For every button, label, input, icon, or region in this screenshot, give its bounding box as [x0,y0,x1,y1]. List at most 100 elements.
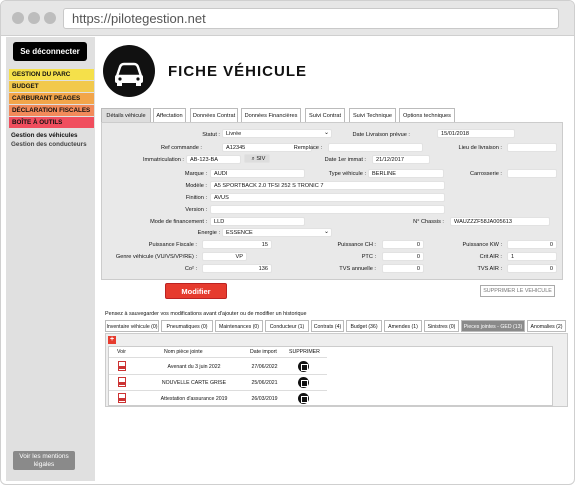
tab-pieces-jointes[interactable]: Pieces jointes - GED (13) [461,320,525,332]
window-close-dot[interactable] [12,12,24,24]
carrosserie-label: Carrosserie : [469,171,502,177]
header-divider [109,357,327,358]
marque-label: Marque : [184,171,207,177]
header-supprimer: SUPPRIMER [289,349,320,355]
tvs-annuelle-label: TVS annuelle : [339,266,376,272]
trash-icon[interactable] [298,393,309,404]
puissance-fiscale-label: Puissance Fiscale : [148,242,197,248]
tab-budget[interactable]: Budget (36) [346,320,382,332]
add-attachment-button[interactable]: + [108,336,116,344]
puissance-fiscale-input[interactable]: 15 [202,240,272,249]
tab-details-vehicule[interactable]: Détails véhicule [101,108,151,122]
tab-sinistres[interactable]: Sinistres (0) [424,320,459,332]
mode-financement-input[interactable]: LLD [210,217,305,226]
attachment-date: 26/03/2019 [251,396,278,402]
co2-input[interactable]: 136 [202,264,272,273]
menu-declaration-fiscales[interactable]: DÉCLARATION FISCALES [9,105,94,116]
siv-label: SIV [256,156,266,162]
statut-label: Statut : [202,132,220,138]
tab-donnees-contrat[interactable]: Données Contrat [190,108,238,122]
menu-carburant-peages[interactable]: CARBURANT PEAGES [9,93,94,104]
legal-mentions-button[interactable]: Voir les mentions légales [13,451,75,470]
pdf-icon[interactable] [118,361,126,371]
mode-financement-label: Mode de financement : [150,219,207,225]
lieu-livraison-label: Lieu de livraison : [458,145,502,151]
attachment-name: Attestation d'assurance 2019 [160,396,228,402]
trash-icon[interactable] [298,377,309,388]
puissance-ch-label: Puissance CH : [337,242,376,248]
tab-maintenances[interactable]: Maintenances (0) [215,320,263,332]
attachments-panel: + Voir Nom pièce jointe Date import SUPP… [105,333,568,407]
main-content: FICHE VÉHICULE Détails véhicule Affectat… [95,37,571,481]
chassis-input[interactable]: WAUZZZF58JA005613 [450,217,550,226]
tvs-annuelle-input[interactable]: 0 [382,264,424,273]
remplace-label: Remplace : [293,145,322,151]
co2-label: Co² : [184,266,197,272]
type-vehicule-input[interactable]: BERLINE [368,169,444,178]
trash-icon[interactable] [298,361,309,372]
tab-contrats[interactable]: Contrats (4) [311,320,344,332]
carrosserie-input[interactable] [507,169,557,178]
header-voir: Voir [117,349,126,355]
menu-boite-outils[interactable]: BOÎTE À OUTILS [9,117,94,128]
ptc-input[interactable]: 0 [382,252,424,261]
logout-button[interactable]: Se déconnecter [13,42,87,61]
marque-input[interactable]: AUDI [210,169,305,178]
pdf-icon[interactable] [118,393,126,403]
tab-anomalies[interactable]: Anomalies (2) [527,320,566,332]
menu-budget[interactable]: BUDGET [9,81,94,92]
supprimer-vehicule-button[interactable]: SUPPRIMER LE VEHICULE [480,285,555,297]
finition-input[interactable]: AVUS [210,193,445,202]
tvs-air-input[interactable]: 0 [507,264,557,273]
address-bar[interactable]: https://pilotegestion.net [63,8,559,29]
tab-inventaire[interactable]: Inventaire véhicule (0) [105,320,159,332]
chevron-down-icon: ⌄ [324,130,330,136]
crit-air-input[interactable]: 1 [507,252,557,261]
tab-suivi-contrat[interactable]: Suivi Contrat [305,108,345,122]
tab-amendes[interactable]: Amendes (1) [384,320,422,332]
window-minimize-dot[interactable] [28,12,40,24]
finition-label: Finition : [185,195,207,201]
tab-donnees-financieres[interactable]: Données Financières [241,108,301,122]
date-immat-input[interactable]: 21/12/2017 [372,155,430,164]
version-input[interactable] [210,205,445,214]
attachments-table: Voir Nom pièce jointe Date import SUPPRI… [108,346,553,406]
energie-select[interactable]: ESSENCE [222,228,332,237]
tab-pneumatiques[interactable]: Pneumatiques (0) [161,320,213,332]
ref-commande-label: Ref commande : [160,145,202,151]
version-label: Version : [185,207,207,213]
lieu-livraison-input[interactable] [507,143,557,152]
modele-input[interactable]: A5 SPORTBACK 2.0 TFSI 252 S TRONIC 7 [210,181,445,190]
modele-label: Modèle : [185,183,207,189]
immatriculation-input[interactable]: AB-123-BA [186,155,241,164]
puissance-kw-input[interactable]: 0 [507,240,557,249]
tab-suivi-technique[interactable]: Suivi Technique [349,108,396,122]
sub-gestion-conducteurs[interactable]: Gestion des conducteurs [11,141,87,148]
row-divider [109,374,327,375]
pdf-icon[interactable] [118,377,126,387]
tab-options-techniques[interactable]: Options techniques [399,108,455,122]
remplace-input[interactable] [328,143,423,152]
attachment-name: Avenant du 3 juin 2022 [167,364,221,370]
row-divider [109,390,327,391]
vehicle-form: Statut : Livrée ⌄ Date Livraison prévue … [101,122,563,280]
menu-gestion-parc[interactable]: GESTION DU PARC [9,69,94,80]
modifier-button[interactable]: Modifier [165,283,227,299]
tab-conducteur[interactable]: Conducteur (1) [265,320,309,332]
chevron-down-icon: ⌄ [324,229,330,235]
browser-window: https://pilotegestion.net Se déconnecter… [0,0,575,485]
window-maximize-dot[interactable] [44,12,56,24]
sub-gestion-vehicules[interactable]: Gestion des véhicules [11,132,78,139]
genre-vehicule-input[interactable]: VP [202,252,247,261]
tab-affectation[interactable]: Affectation [153,108,186,122]
date-livraison-label: Date Livraison prévue : [352,132,410,138]
date-immat-label: Date 1er immat : [324,157,366,163]
header-date: Date import [250,349,277,355]
puissance-ch-input[interactable]: 0 [382,240,424,249]
chassis-label: N° Chassis : [413,219,444,225]
save-note: Pensez à sauvegarder vos modifications a… [105,311,307,317]
siv-button[interactable]: ⌕ SIV [244,154,270,163]
date-livraison-input[interactable]: 15/01/2018 [437,129,515,138]
attachment-name: NOUVELLE CARTE GRISE [161,380,227,386]
statut-select[interactable]: Livrée [222,129,332,138]
